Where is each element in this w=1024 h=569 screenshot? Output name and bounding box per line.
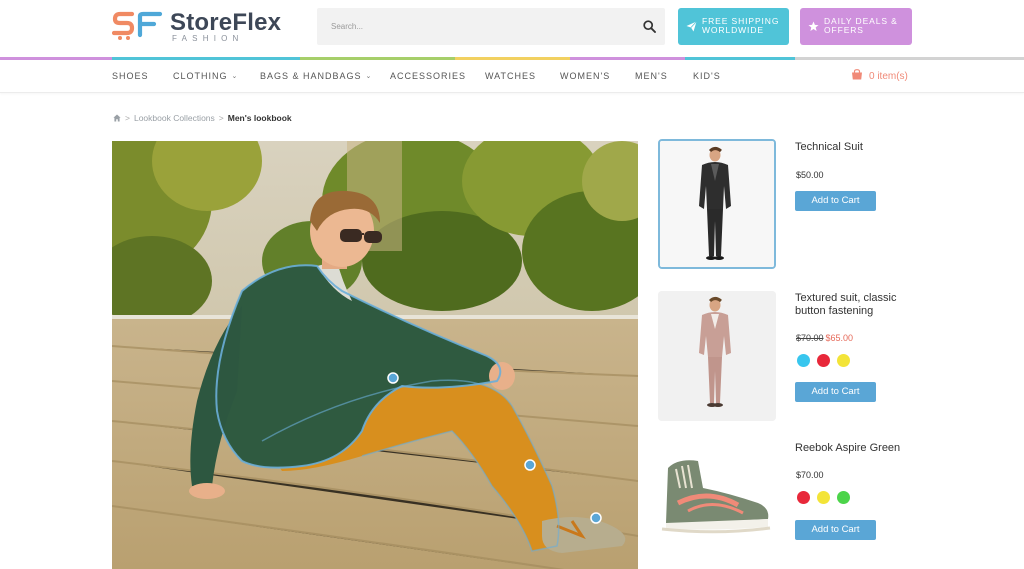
daily-deals-banner[interactable]: DAILY DEALS & OFFERS bbox=[800, 8, 912, 45]
search-box bbox=[317, 8, 665, 45]
trousers-hotspot[interactable] bbox=[524, 459, 536, 471]
search-input[interactable] bbox=[331, 8, 631, 45]
jacket-hotspot[interactable] bbox=[387, 372, 399, 384]
swatch-red[interactable] bbox=[797, 491, 810, 504]
textured-suit-image bbox=[658, 291, 776, 421]
suit-image bbox=[660, 141, 774, 267]
swatch-green[interactable] bbox=[837, 491, 850, 504]
nav-label: CLOTHING bbox=[173, 71, 228, 81]
nav-item-watches[interactable]: WATCHES bbox=[485, 71, 536, 81]
cart-link[interactable]: 0 item(s) bbox=[851, 69, 908, 82]
nav-label: WOMEN'S bbox=[560, 71, 611, 81]
nav-item-kids[interactable]: KID'S bbox=[693, 71, 721, 81]
product-name[interactable]: Technical Suit bbox=[795, 141, 920, 154]
add-to-cart-button[interactable]: Add to Cart bbox=[795, 382, 876, 402]
product-thumb-textured-suit[interactable] bbox=[658, 291, 776, 421]
site-header: StoreFlex FASHION FREE SHIPPING WORLDWID… bbox=[0, 0, 1024, 60]
sneaker-image bbox=[658, 433, 776, 563]
free-shipping-banner[interactable]: FREE SHIPPING WORLDWIDE bbox=[678, 8, 789, 45]
shoes-hotspot[interactable] bbox=[590, 512, 602, 524]
promo-ship-line2: WORLDWIDE bbox=[702, 25, 764, 35]
nav-item-shoes[interactable]: SHOES bbox=[112, 71, 149, 81]
nav-label: WATCHES bbox=[485, 71, 536, 81]
nav-label: MEN'S bbox=[635, 71, 668, 81]
chevron-down-icon: ⌄ bbox=[365, 73, 373, 80]
lookbook-image bbox=[112, 141, 638, 569]
logo-mark-icon bbox=[112, 11, 163, 40]
product-price: $70.00 bbox=[796, 470, 824, 480]
product-thumb-reebok-aspire[interactable] bbox=[658, 433, 776, 563]
swatch-yellow[interactable] bbox=[837, 354, 850, 367]
logo[interactable]: StoreFlex FASHION bbox=[112, 8, 302, 44]
breadcrumb-current: Men's lookbook bbox=[227, 113, 292, 123]
home-icon[interactable] bbox=[113, 114, 121, 122]
old-price: $70.00 bbox=[796, 333, 824, 343]
star-icon bbox=[808, 21, 819, 31]
main-nav: SHOES CLOTHING ⌄ BAGS & HANDBAGS ⌄ ACCESSO… bbox=[0, 60, 1024, 93]
nav-item-bags-handbags[interactable]: BAGS & HANDBAGS ⌄ bbox=[260, 71, 372, 81]
nav-item-accessories[interactable]: ACCESSORIES bbox=[390, 71, 466, 81]
promo-deals-line2: OFFERS bbox=[824, 25, 864, 35]
product-name[interactable]: Reebok Aspire Green bbox=[795, 442, 920, 455]
swatch-yellow[interactable] bbox=[817, 491, 830, 504]
nav-label: KID'S bbox=[693, 71, 721, 81]
breadcrumb-separator: > bbox=[125, 113, 130, 123]
add-to-cart-button[interactable]: Add to Cart bbox=[795, 520, 876, 540]
breadcrumb-separator: > bbox=[218, 113, 224, 123]
nav-item-womens[interactable]: WOMEN'S bbox=[560, 71, 610, 81]
shopping-bag-icon bbox=[852, 69, 862, 80]
product-name[interactable]: Textured suit, classic button fastening bbox=[795, 292, 920, 318]
paper-plane-icon bbox=[686, 21, 697, 32]
add-to-cart-button[interactable]: Add to Cart bbox=[795, 191, 876, 211]
product-price: $50.00 bbox=[796, 170, 824, 180]
swatch-red[interactable] bbox=[817, 354, 830, 367]
breadcrumb: > Lookbook Collections > Men's lookbook bbox=[113, 113, 292, 123]
brand-name: StoreFlex bbox=[170, 9, 282, 36]
cart-count: 0 item(s) bbox=[869, 71, 908, 82]
nav-item-mens[interactable]: MEN'S bbox=[635, 71, 668, 81]
nav-label: BAGS & HANDBAGS bbox=[260, 71, 362, 81]
product-thumb-technical-suit[interactable] bbox=[658, 139, 776, 269]
nav-label: ACCESSORIES bbox=[390, 71, 467, 81]
swatch-blue[interactable] bbox=[797, 354, 810, 367]
brand-tagline: FASHION bbox=[172, 34, 244, 43]
sale-price: $65.00 bbox=[825, 333, 854, 343]
nav-item-clothing[interactable]: CLOTHING ⌄ bbox=[173, 71, 238, 81]
search-icon[interactable] bbox=[643, 20, 656, 33]
chevron-down-icon: ⌄ bbox=[231, 73, 239, 80]
breadcrumb-lookbook-collections[interactable]: Lookbook Collections bbox=[134, 113, 215, 123]
nav-label: SHOES bbox=[112, 71, 149, 81]
product-price: $70.00 $65.00 bbox=[796, 333, 853, 343]
